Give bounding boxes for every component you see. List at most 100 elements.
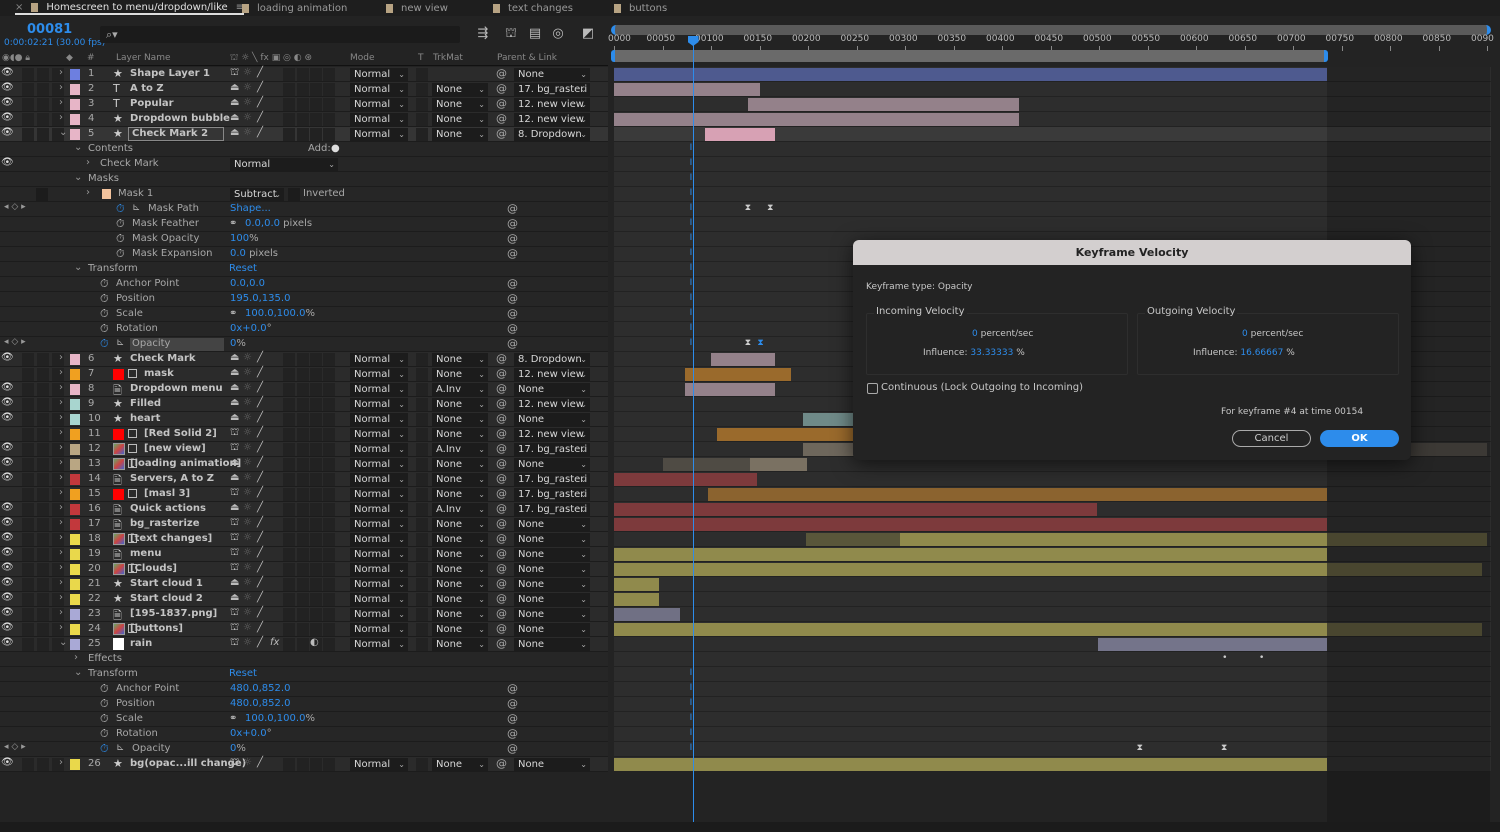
mode-dropdown[interactable]: Normal ⌄ — [350, 113, 408, 126]
switch-cell[interactable] — [22, 518, 34, 531]
effect-keyframe-dot[interactable]: • — [1259, 653, 1264, 663]
visibility-eye-icon[interactable]: 👁︎ — [1, 442, 14, 453]
mode-dropdown[interactable]: Normal ⌄ — [350, 563, 408, 576]
switch-cell[interactable] — [323, 638, 335, 651]
group-label[interactable]: Contents — [88, 143, 133, 154]
switch-cell[interactable] — [297, 593, 309, 606]
chevron-right-icon[interactable]: › — [59, 412, 63, 423]
collapse-icon[interactable]: ☼ — [243, 547, 252, 558]
pickwhip-icon[interactable]: @ — [496, 547, 507, 560]
pickwhip-icon[interactable]: @ — [496, 622, 507, 635]
quality-icon[interactable]: ╱ — [257, 487, 263, 498]
preserve-transparency[interactable] — [416, 548, 428, 561]
quality-icon[interactable]: ╱ — [257, 382, 263, 393]
pickwhip-icon[interactable]: @ — [507, 277, 518, 290]
switch-cell[interactable] — [323, 608, 335, 621]
switch-cell[interactable] — [22, 638, 34, 651]
label-color[interactable] — [70, 579, 80, 590]
outgoing-velocity-value[interactable]: 0 — [1242, 329, 1248, 339]
label-color[interactable] — [70, 564, 80, 575]
chevron-right-icon[interactable]: › — [59, 367, 63, 378]
switch-cell[interactable] — [283, 638, 295, 651]
preserve-transparency[interactable] — [416, 758, 428, 771]
collapse-icon[interactable]: ☼ — [243, 637, 252, 648]
label-color[interactable] — [70, 549, 80, 560]
close-tab-icon[interactable]: × — [15, 2, 23, 13]
switch-cell[interactable] — [37, 548, 49, 561]
chevron-right-icon[interactable]: › — [59, 427, 63, 438]
collapse-icon[interactable]: ☼ — [243, 427, 252, 438]
layer-name[interactable]: Start cloud 2 — [130, 593, 203, 604]
label-color[interactable] — [70, 414, 80, 425]
trkmat-dropdown[interactable]: A.Inv ⌄ — [432, 443, 488, 456]
value-number[interactable]: Shape... — [230, 203, 271, 214]
pickwhip-icon[interactable]: @ — [496, 577, 507, 590]
chevron-right-icon[interactable]: › — [59, 607, 63, 618]
preserve-transparency[interactable] — [416, 68, 428, 81]
layer-bar-trimmed[interactable] — [806, 533, 901, 546]
trkmat-dropdown[interactable]: None ⌄ — [432, 533, 488, 546]
layer-duration-bar[interactable] — [614, 68, 1327, 81]
switch-cell[interactable] — [37, 443, 49, 456]
switch-cell[interactable] — [297, 113, 309, 126]
switch-cell[interactable] — [37, 608, 49, 621]
shy-icon[interactable]: ⏏ — [230, 82, 239, 93]
switch-cell[interactable] — [22, 758, 34, 771]
chevron-right-icon[interactable]: › — [59, 82, 63, 93]
parent-dropdown[interactable]: 8. Dropdown ⌄ — [514, 128, 590, 141]
visibility-eye-icon[interactable]: 👁︎ — [1, 412, 14, 423]
switch-cell[interactable] — [37, 98, 49, 111]
preserve-transparency[interactable] — [416, 488, 428, 501]
visibility-eye-icon[interactable]: 👁︎ — [1, 757, 14, 768]
preserve-transparency[interactable] — [416, 638, 428, 651]
layer-name[interactable]: Dropdown bubble — [130, 113, 230, 124]
graph-editor-icon[interactable]: ◩ — [580, 26, 596, 42]
switch-cell[interactable] — [37, 488, 49, 501]
switch-cell[interactable] — [297, 758, 309, 771]
stopwatch-icon[interactable]: ⏱︎ — [100, 307, 109, 321]
layer-name[interactable]: Check Mark 2 — [128, 127, 224, 141]
chevron-right-icon[interactable]: › — [86, 187, 90, 198]
layer-duration-bar[interactable] — [614, 623, 1327, 636]
collapse-icon[interactable]: ☼ — [243, 502, 252, 513]
layer-name[interactable]: Filled — [130, 398, 161, 409]
frame-blend-icon[interactable]: ▤ — [527, 26, 543, 42]
trkmat-dropdown[interactable]: None ⌄ — [432, 578, 488, 591]
switch-cell[interactable] — [323, 413, 335, 426]
switch-cell[interactable] — [37, 578, 49, 591]
switch-cell[interactable] — [283, 68, 295, 81]
preserve-transparency[interactable] — [416, 593, 428, 606]
layer-name[interactable]: Dropdown menu — [130, 383, 223, 394]
switch-cell[interactable] — [297, 128, 309, 141]
parent-dropdown[interactable]: 12. new view ⌄ — [514, 368, 590, 381]
label-color[interactable] — [70, 429, 80, 440]
pickwhip-icon[interactable]: @ — [496, 517, 507, 530]
switch-cell[interactable] — [22, 488, 34, 501]
preserve-transparency[interactable] — [416, 623, 428, 636]
switch-cell[interactable] — [22, 593, 34, 606]
visibility-eye-icon[interactable]: 👁︎ — [1, 637, 14, 648]
chevron-right-icon[interactable]: › — [59, 577, 63, 588]
switch-cell[interactable] — [323, 488, 335, 501]
switch-cell[interactable] — [323, 623, 335, 636]
switch-cell[interactable] — [37, 503, 49, 516]
switch-cell[interactable] — [323, 758, 335, 771]
mode-dropdown[interactable]: Normal ⌄ — [350, 83, 408, 96]
layer-duration-bar[interactable] — [614, 758, 1327, 771]
quality-icon[interactable]: ╱ — [257, 562, 263, 573]
label-color[interactable] — [70, 84, 80, 95]
parent-dropdown[interactable]: 12. new view ⌄ — [514, 398, 590, 411]
trkmat-dropdown[interactable]: None ⌄ — [432, 488, 488, 501]
value-number[interactable]: 480.0,852.0 — [230, 683, 290, 694]
switch-cell[interactable] — [310, 353, 322, 366]
switch-cell[interactable] — [297, 578, 309, 591]
layer-name[interactable]: [text changes] — [130, 533, 212, 544]
mode-dropdown[interactable]: Normal ⌄ — [350, 578, 408, 591]
parent-dropdown[interactable]: None ⌄ — [514, 578, 590, 591]
tab-3[interactable]: text changes — [493, 1, 573, 15]
switch-cell[interactable] — [310, 623, 322, 636]
quality-icon[interactable]: ╱ — [257, 622, 263, 633]
chevron-right-icon[interactable]: › — [59, 472, 63, 483]
switch-cell[interactable] — [22, 533, 34, 546]
label-color[interactable] — [70, 114, 80, 125]
